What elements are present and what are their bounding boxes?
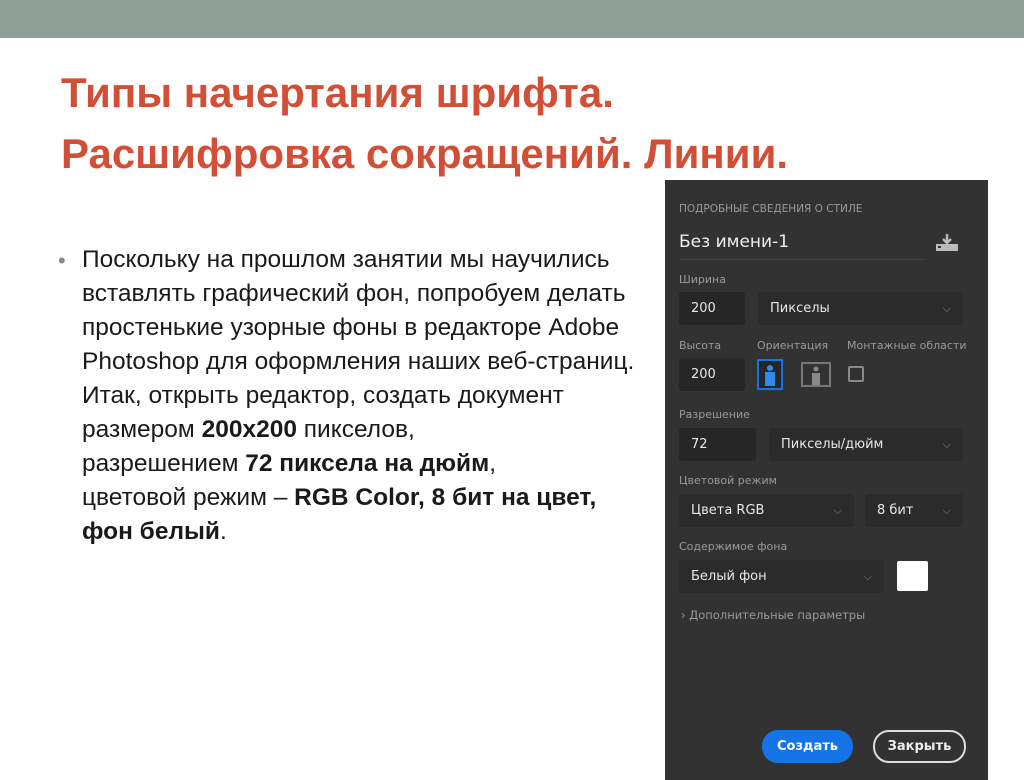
background-label: Содержимое фона xyxy=(679,540,788,553)
slide-title: Типы начертания шрифта. Расшифровка сокр… xyxy=(61,62,788,184)
close-button[interactable]: Закрыть xyxy=(873,730,966,763)
artboards-checkbox[interactable] xyxy=(848,366,864,382)
bit-depth-select[interactable]: 8 бит ⌵ xyxy=(865,494,963,527)
paragraph: разрешением 72 пиксела на дюйм, xyxy=(82,447,642,481)
text: . xyxy=(220,518,227,545)
top-band xyxy=(0,0,1024,38)
bold-text: 72 пиксела на дюйм xyxy=(245,450,490,477)
title-line-2: Расшифровка сокращений. Линии. xyxy=(61,130,789,177)
resolution-input[interactable]: 72 xyxy=(679,428,756,461)
text: разрешением xyxy=(82,450,246,477)
text: цветовой режим – xyxy=(82,484,295,511)
background-value: Белый фон xyxy=(691,569,767,584)
paragraph: цветовой режим – RGB Color, 8 бит на цве… xyxy=(82,481,642,549)
height-label: Высота xyxy=(679,339,722,352)
chevron-down-icon: ⌵ xyxy=(942,437,951,451)
background-select[interactable]: Белый фон ⌵ xyxy=(679,560,884,593)
save-preset-icon[interactable] xyxy=(935,232,959,252)
bullet: • xyxy=(58,248,66,273)
width-unit-value: Пикселы xyxy=(770,301,830,316)
artboards-label: Монтажные области xyxy=(847,339,967,352)
chevron-down-icon: ⌵ xyxy=(942,301,951,315)
bold-text: 200х200 xyxy=(201,416,297,443)
portrait-orientation-icon[interactable] xyxy=(757,359,783,390)
chevron-down-icon: ⌵ xyxy=(863,569,872,583)
height-input[interactable]: 200 xyxy=(679,358,745,391)
chevron-down-icon: ⌵ xyxy=(942,503,951,517)
text: пикселов, xyxy=(296,416,415,443)
background-color-swatch[interactable] xyxy=(897,561,928,591)
new-document-panel: ПОДРОБНЫЕ СВЕДЕНИЯ О СТИЛЕ Без имени-1 Ш… xyxy=(665,180,988,780)
color-mode-select[interactable]: Цвета RGB ⌵ xyxy=(679,494,854,527)
slide-body: Поскольку на прошлом занятии мы научилис… xyxy=(82,243,642,549)
width-label: Ширина xyxy=(679,273,726,286)
text: , xyxy=(489,450,497,477)
title-line-1: Типы начертания шрифта. xyxy=(61,69,614,116)
paragraph: Поскольку на прошлом занятии мы научилис… xyxy=(82,246,635,375)
width-input[interactable]: 200 xyxy=(679,292,745,325)
chevron-down-icon: ⌵ xyxy=(833,503,842,517)
landscape-orientation-icon[interactable] xyxy=(801,362,831,387)
orientation-label: Ориентация xyxy=(757,339,829,352)
text: размером xyxy=(82,416,202,443)
advanced-options-label: Дополнительные параметры xyxy=(689,608,866,622)
create-button[interactable]: Создать xyxy=(762,730,853,763)
panel-header: ПОДРОБНЫЕ СВЕДЕНИЯ О СТИЛЕ xyxy=(679,203,863,215)
paragraph: размером 200х200 пикселов, xyxy=(82,413,642,447)
resolution-unit-value: Пикселы/дюйм xyxy=(781,437,884,452)
paragraph: Итак, открыть редактор, создать документ xyxy=(82,382,564,409)
document-name-input[interactable]: Без имени-1 xyxy=(679,232,925,260)
bit-depth-value: 8 бит xyxy=(877,503,914,518)
resolution-unit-select[interactable]: Пикселы/дюйм ⌵ xyxy=(769,428,963,461)
color-mode-value: Цвета RGB xyxy=(691,503,765,518)
width-unit-select[interactable]: Пикселы ⌵ xyxy=(758,292,963,325)
color-mode-label: Цветовой режим xyxy=(679,474,777,487)
advanced-options-toggle[interactable]: › Дополнительные параметры xyxy=(681,608,865,622)
resolution-label: Разрешение xyxy=(679,408,750,421)
